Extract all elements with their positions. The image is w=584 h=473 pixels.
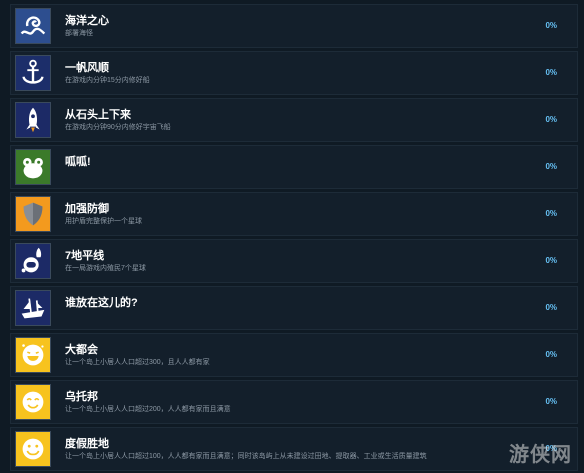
achievement-row[interactable]: 度假胜地 让一个岛上小居人人口超过100，人人都有家而且满意；同时该岛屿上从未建… bbox=[10, 427, 578, 471]
achievement-percent: 0% bbox=[545, 115, 557, 124]
happy-face-icon bbox=[15, 431, 51, 467]
astronaut-icon bbox=[15, 243, 51, 279]
achievement-title: 加强防御 bbox=[65, 203, 109, 215]
achievement-title: 大都会 bbox=[65, 344, 98, 356]
achievement-title: 海洋之心 bbox=[65, 15, 109, 27]
achievement-percent: 0% bbox=[545, 21, 557, 30]
achievement-row[interactable]: 海洋之心 部署海怪 0% bbox=[10, 4, 578, 48]
achievement-title: 谁放在这儿的? bbox=[65, 297, 138, 309]
achievement-description: 用护盾完整保护一个星球 bbox=[65, 218, 142, 225]
anchor-icon bbox=[15, 55, 51, 91]
achievement-description: 让一个岛上小居人人口超过300，且人人都有家 bbox=[65, 359, 210, 366]
achievement-percent: 0% bbox=[545, 303, 557, 312]
achievement-title: 一帆风顺 bbox=[65, 62, 109, 74]
achievement-row[interactable]: 一帆风顺 在游戏内分钟15分内修好船 0% bbox=[10, 51, 578, 95]
achievement-title: 呱呱! bbox=[65, 156, 91, 168]
rocket-icon bbox=[15, 102, 51, 138]
shipwreck-icon bbox=[15, 290, 51, 326]
shield-icon bbox=[15, 196, 51, 232]
achievement-row[interactable]: 谁放在这儿的? 0% bbox=[10, 286, 578, 330]
watermark-logo: 游侠网 bbox=[509, 442, 572, 466]
achievement-description: 在游戏内分钟90分内修好宇宙飞船 bbox=[65, 124, 171, 131]
achievement-percent: 0% bbox=[545, 162, 557, 171]
achievement-percent: 0% bbox=[545, 397, 557, 406]
achievement-row[interactable]: 从石头上下来 在游戏内分钟90分内修好宇宙飞船 0% bbox=[10, 98, 578, 142]
achievement-percent: 0% bbox=[545, 209, 557, 218]
achievement-title: 从石头上下来 bbox=[65, 109, 131, 121]
achievement-percent: 0% bbox=[545, 256, 557, 265]
achievement-row[interactable]: 7地平线 在一局游戏内殖民7个星球 0% bbox=[10, 239, 578, 283]
laughing-face-icon bbox=[15, 337, 51, 373]
achievement-description: 让一个岛上小居人人口超过200，人人都有家而且满意 bbox=[65, 406, 231, 413]
achievement-row[interactable]: 呱呱! 0% bbox=[10, 145, 578, 189]
achievement-percent: 0% bbox=[545, 68, 557, 77]
wave-icon bbox=[15, 8, 51, 44]
smiling-face-icon bbox=[15, 384, 51, 420]
achievement-description: 在一局游戏内殖民7个星球 bbox=[65, 265, 146, 272]
achievement-row[interactable]: 大都会 让一个岛上小居人人口超过300，且人人都有家 0% bbox=[10, 333, 578, 377]
achievement-title: 乌托邦 bbox=[65, 391, 98, 403]
achievement-description: 在游戏内分钟15分内修好船 bbox=[65, 77, 150, 84]
achievement-row[interactable]: 乌托邦 让一个岛上小居人人口超过200，人人都有家而且满意 0% bbox=[10, 380, 578, 424]
achievement-description: 部署海怪 bbox=[65, 30, 93, 37]
achievement-row[interactable]: 加强防御 用护盾完整保护一个星球 0% bbox=[10, 192, 578, 236]
achievement-title: 7地平线 bbox=[65, 250, 105, 262]
achievement-title: 度假胜地 bbox=[65, 438, 109, 450]
achievement-description: 让一个岛上小居人人口超过100，人人都有家而且满意；同时该岛屿上从未建设过田地、… bbox=[65, 453, 427, 460]
frog-icon bbox=[15, 149, 51, 185]
achievement-percent: 0% bbox=[545, 350, 557, 359]
